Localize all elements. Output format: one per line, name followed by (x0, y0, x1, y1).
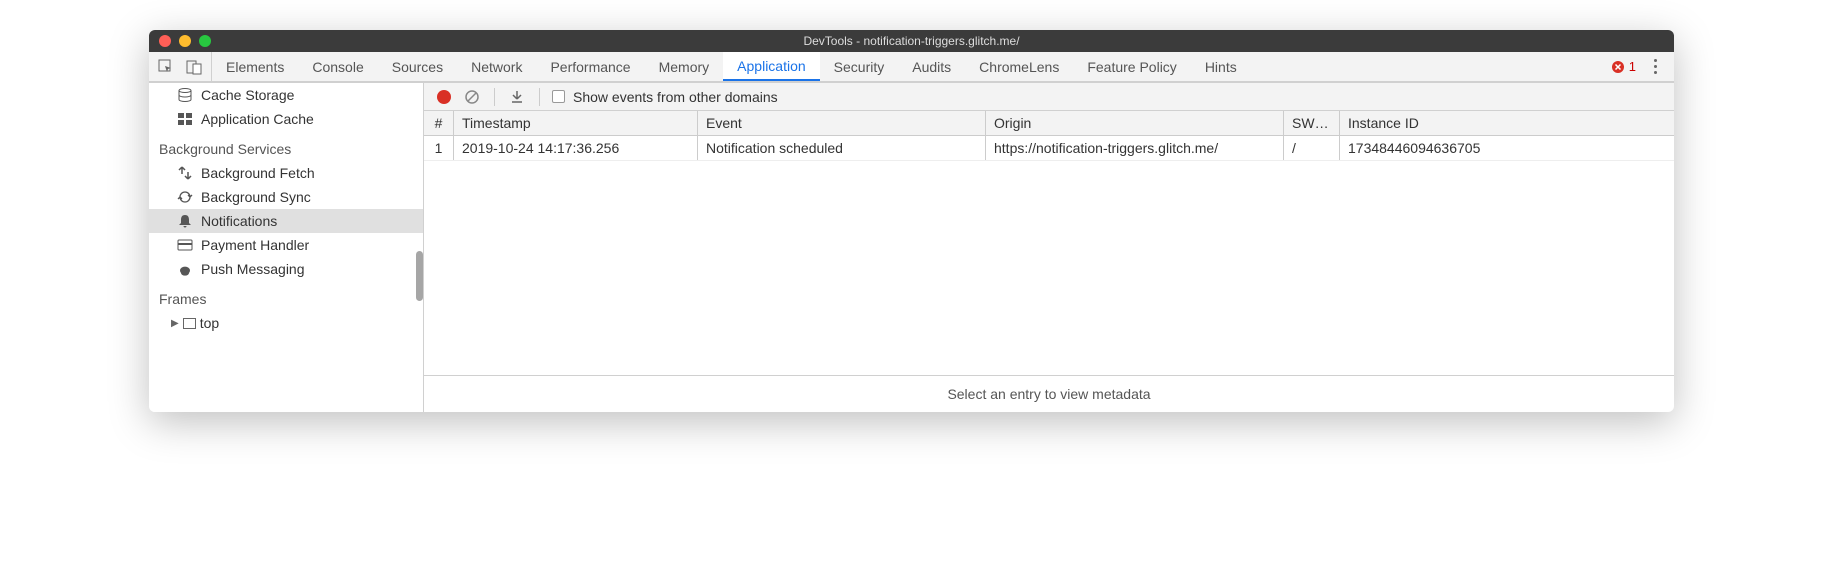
error-count-value: 1 (1629, 59, 1636, 74)
cell: 1 (424, 136, 454, 160)
close-window-button[interactable] (159, 35, 171, 47)
events-toolbar: Show events from other domains (424, 83, 1674, 111)
sidebar-section-frames: Frames (149, 281, 423, 311)
sidebar-item-label: Application Cache (201, 111, 314, 127)
titlebar: DevTools - notification-triggers.glitch.… (149, 30, 1674, 52)
sidebar-item-application-cache[interactable]: Application Cache (149, 107, 423, 131)
tab-performance[interactable]: Performance (536, 52, 644, 81)
device-toolbar-icon[interactable] (185, 58, 203, 76)
clear-button[interactable] (462, 87, 482, 107)
sidebar-item-label: Cache Storage (201, 87, 294, 103)
events-table: # Timestamp Event Origin SW … Instance I… (424, 111, 1674, 375)
col-header-origin[interactable]: Origin (986, 111, 1284, 135)
error-count-badge[interactable]: 1 (1611, 59, 1636, 74)
sidebar-item-label: Payment Handler (201, 237, 309, 253)
table-row[interactable]: 12019-10-24 14:17:36.256Notification sch… (424, 136, 1674, 161)
show-other-domains-checkbox[interactable] (552, 90, 565, 103)
tab-hints[interactable]: Hints (1191, 52, 1251, 81)
application-sidebar: Cache Storage Application Cache Backgrou… (149, 83, 424, 412)
tab-audits[interactable]: Audits (898, 52, 965, 81)
col-header-instance-id[interactable]: Instance ID (1340, 111, 1674, 135)
toolbar-separator (494, 88, 495, 106)
frame-icon (183, 318, 196, 329)
devtools-tabstrip: ElementsConsoleSourcesNetworkPerformance… (149, 52, 1674, 82)
sidebar-item-push-messaging[interactable]: Push Messaging (149, 257, 423, 281)
sidebar-item-label: Notifications (201, 213, 277, 229)
sidebar-item-frame-top[interactable]: ▶ top (149, 311, 423, 335)
show-other-domains-label: Show events from other domains (573, 89, 778, 105)
disclosure-triangle-icon[interactable]: ▶ (171, 318, 179, 329)
sidebar-item-label: Background Sync (201, 189, 311, 205)
cell: https://notification-triggers.glitch.me/ (986, 136, 1284, 160)
record-icon (437, 90, 451, 104)
sidebar-item-background-sync[interactable]: Background Sync (149, 185, 423, 209)
scrollbar-thumb[interactable] (416, 251, 423, 301)
sidebar-item-notifications[interactable]: Notifications (149, 209, 423, 233)
col-header-event[interactable]: Event (698, 111, 986, 135)
toolbar-separator (539, 88, 540, 106)
record-button[interactable] (434, 87, 454, 107)
save-button[interactable] (507, 87, 527, 107)
cell: 2019-10-24 14:17:36.256 (454, 136, 698, 160)
tab-network[interactable]: Network (457, 52, 536, 81)
tab-application[interactable]: Application (723, 52, 820, 81)
sidebar-item-cache-storage[interactable]: Cache Storage (149, 83, 423, 107)
tab-feature-policy[interactable]: Feature Policy (1073, 52, 1190, 81)
tab-elements[interactable]: Elements (212, 52, 298, 81)
cell: / (1284, 136, 1340, 160)
maximize-window-button[interactable] (199, 35, 211, 47)
col-header-sw-scope[interactable]: SW … (1284, 111, 1340, 135)
inspect-element-icon[interactable] (157, 58, 175, 76)
frame-label: top (200, 315, 219, 331)
tab-sources[interactable]: Sources (378, 52, 457, 81)
tab-memory[interactable]: Memory (645, 52, 724, 81)
tab-console[interactable]: Console (298, 52, 377, 81)
col-header-timestamp[interactable]: Timestamp (454, 111, 698, 135)
col-header-index[interactable]: # (424, 111, 454, 135)
metadata-placeholder: Select an entry to view metadata (424, 375, 1674, 412)
window-title: DevTools - notification-triggers.glitch.… (149, 34, 1674, 48)
sidebar-item-label: Background Fetch (201, 165, 315, 181)
sidebar-section-background-services: Background Services (149, 131, 423, 161)
sidebar-item-payment-handler[interactable]: Payment Handler (149, 233, 423, 257)
sidebar-item-label: Push Messaging (201, 261, 305, 277)
minimize-window-button[interactable] (179, 35, 191, 47)
tab-chromelens[interactable]: ChromeLens (965, 52, 1073, 81)
sidebar-item-background-fetch[interactable]: Background Fetch (149, 161, 423, 185)
cell: Notification scheduled (698, 136, 986, 160)
more-menu-icon[interactable] (1646, 59, 1664, 74)
cell: 17348446094636705 (1340, 136, 1674, 160)
tab-security[interactable]: Security (820, 52, 899, 81)
